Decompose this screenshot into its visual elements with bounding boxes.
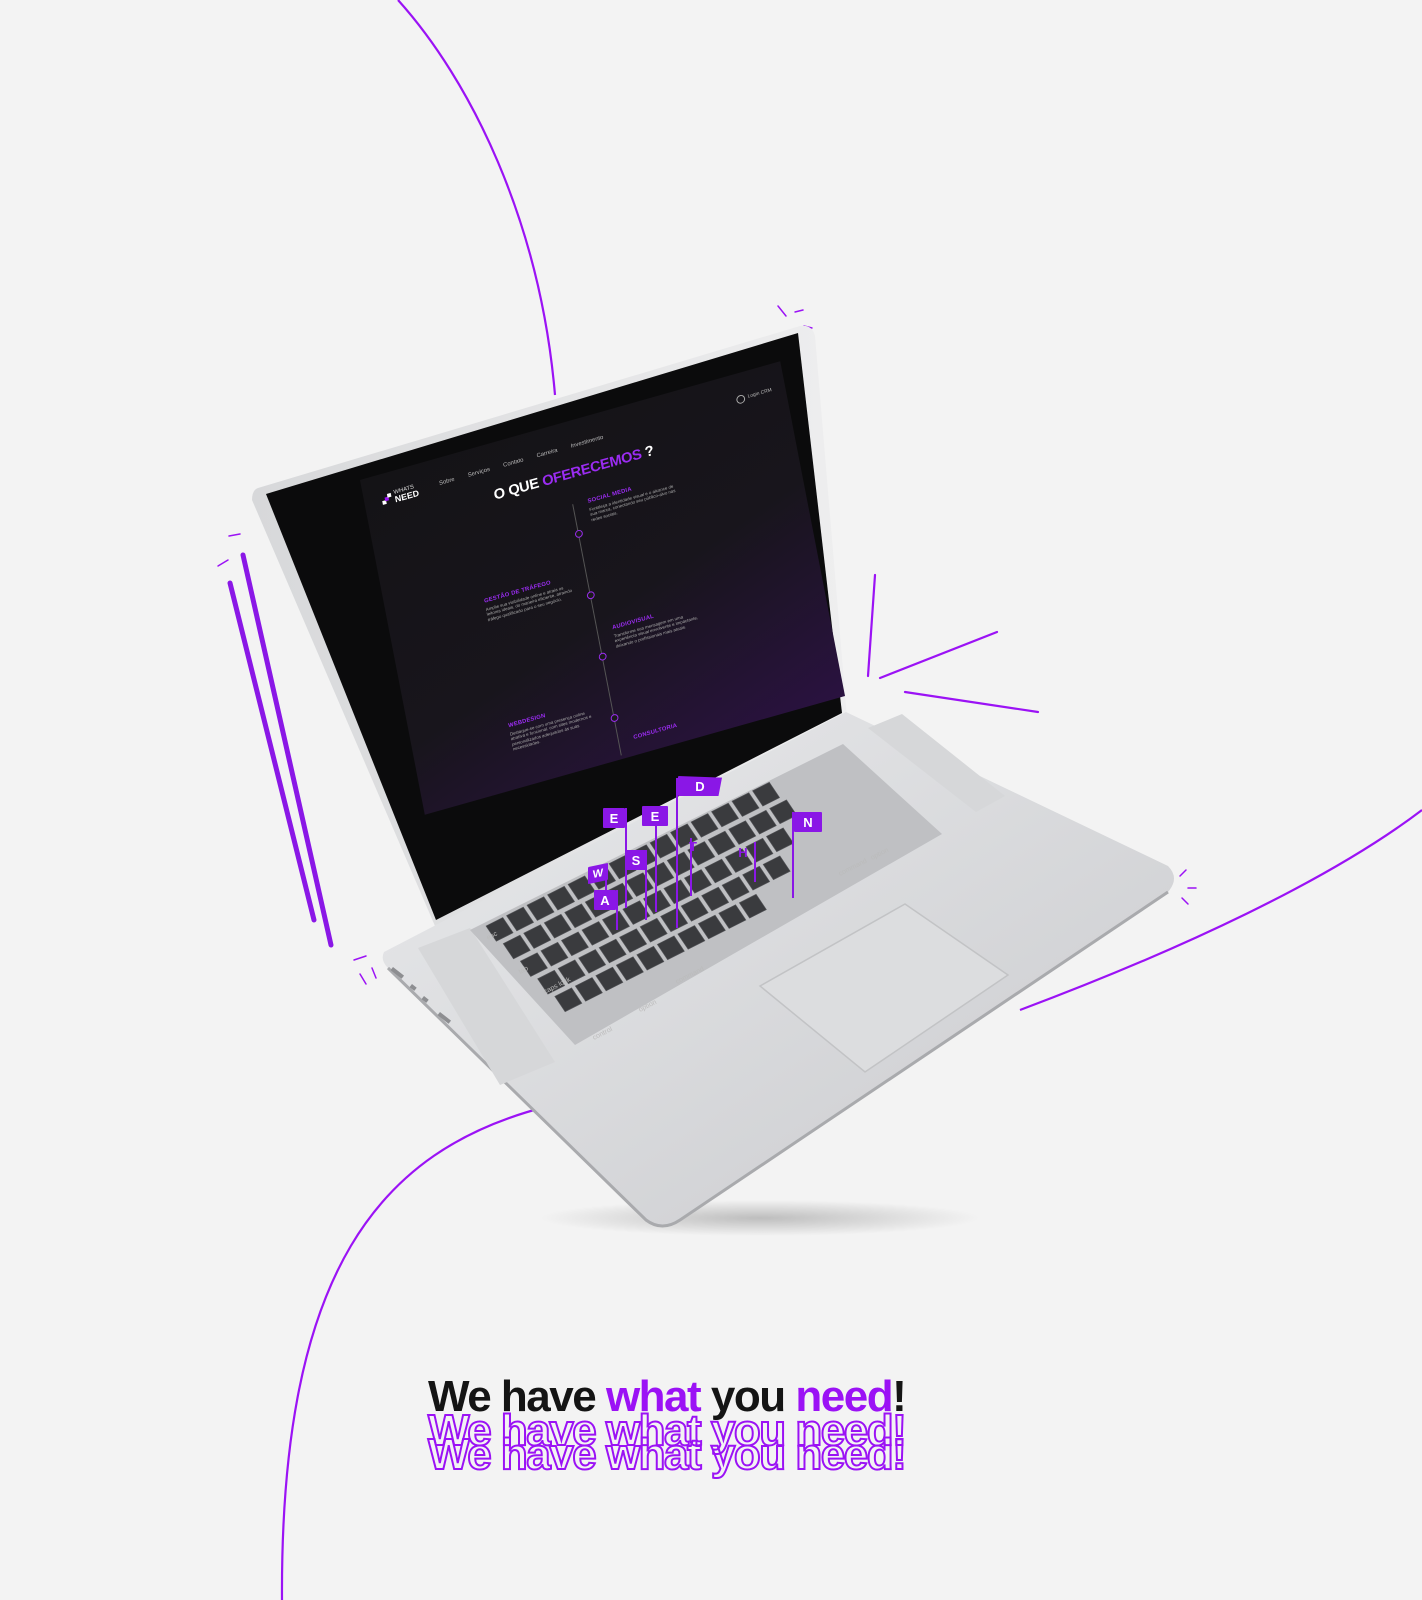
flag-pole (616, 890, 618, 930)
service-webdesign: WEBDESIGN Destaque-se com uma presença o… (508, 700, 599, 752)
logo-mark-icon (381, 492, 392, 505)
nav-item-sobre[interactable]: Sobre (439, 477, 455, 487)
tagline-w2: what (605, 1372, 702, 1421)
nav-item-carreira[interactable]: Carreira (536, 448, 558, 459)
user-icon (735, 393, 746, 405)
nav-item-investimento[interactable]: Investimento (570, 435, 604, 450)
flag-s: S (625, 850, 647, 870)
service-trafego: GESTÃO DE TRÁFEGO Amplie sua visibilidad… (484, 576, 574, 623)
tagline: We have what you need! We have what you … (427, 1372, 1008, 1482)
login-link[interactable]: Login CRM (735, 386, 773, 405)
tagline-w1: We have (428, 1372, 606, 1421)
timeline-dot (598, 651, 608, 662)
timeline-dot (610, 713, 620, 723)
service-social-media: SOCIAL MEDIA Fortaleça a identidade visu… (587, 476, 677, 523)
nav-item-contato[interactable]: Contato (503, 457, 524, 468)
stage: esc tab caps lock control option command… (0, 0, 1422, 1600)
flag-pole (676, 778, 678, 928)
laptop: esc tab caps lock control option command… (252, 325, 1175, 1236)
service-audiovisual: AUDIOVISUAL Transforme sua mensagem em u… (612, 602, 702, 649)
login-label: Login CRM (747, 387, 773, 400)
flag-a: A (594, 890, 616, 910)
flag-t: T (689, 838, 697, 854)
tagline-w3: you (700, 1372, 796, 1421)
flag-pole (754, 842, 756, 882)
flag-e1: E (603, 808, 625, 828)
logo-text: WHATS NEED (393, 483, 420, 504)
timeline-dot (586, 590, 596, 601)
flag-n: N (794, 812, 822, 832)
heading-suffix: ? (643, 442, 656, 461)
tagline-main: We have what you need! (428, 1372, 907, 1422)
timeline-dot (574, 529, 584, 539)
site-logo[interactable]: WHATS NEED (381, 483, 420, 506)
flag-e2: E (642, 806, 668, 826)
flag-d: D (678, 776, 722, 796)
laptop-shadow (540, 1200, 980, 1236)
tagline-w4: need (795, 1372, 893, 1421)
flag-h: H (738, 844, 748, 860)
nav-item-servicos[interactable]: Serviços (467, 467, 490, 479)
tagline-w5: ! (892, 1372, 907, 1421)
